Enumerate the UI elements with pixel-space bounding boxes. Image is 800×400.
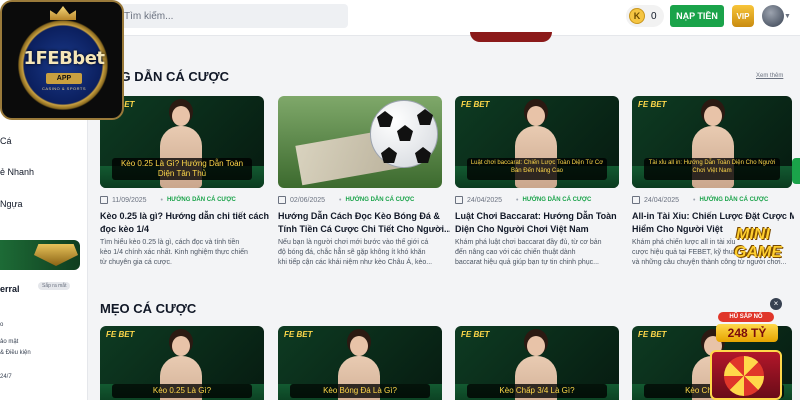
sidebar-promo-card[interactable] xyxy=(0,240,80,270)
crown-icon xyxy=(50,6,76,20)
brand-mark: FE BET xyxy=(461,330,490,339)
logo-app-badge: APP xyxy=(46,73,82,84)
article-excerpt: Tìm hiểu kèo 0.25 là gì, cách đọc và tín… xyxy=(100,239,248,266)
article-thumbnail[interactable]: FE BET Kèo 0.25 Là Gì? Hướng Dẫn Toàn Di… xyxy=(100,96,264,188)
mini-game-label: MINI xyxy=(736,226,770,243)
article-thumbnail[interactable]: FE BET Kèo 0.25 Là Gì? xyxy=(100,326,264,400)
article-thumbnail[interactable]: FE BET Luật chơi baccarat: Chiến Lược To… xyxy=(455,96,619,188)
thumbnail-caption: Kèo 0.25 Là Gì? Hướng Dẫn Toàn Diện Tân … xyxy=(112,158,252,180)
brand-mark: FE BET xyxy=(461,100,490,109)
jackpot-widget[interactable]: HŨ SẮP NỔ 248 TỶ xyxy=(706,310,786,400)
article-category[interactable]: HƯỚNG DẪN CÁ CƯỢC xyxy=(346,197,415,203)
article-date: 11/09/2025 xyxy=(112,196,147,204)
brand-mark: FE BET xyxy=(638,100,667,109)
side-drawer-tab[interactable] xyxy=(792,158,800,184)
article-category[interactable]: HƯỚNG DẪN CÁ CƯỢC xyxy=(523,197,592,203)
article-title[interactable]: Kèo 0.25 là gì? Hướng dẫn chi tiết cách … xyxy=(100,210,272,236)
shield-emblem-icon xyxy=(34,244,78,266)
mini-game-launcher[interactable]: MINI GAME xyxy=(730,226,790,266)
article-category[interactable]: HƯỚNG DẪN CÁ CƯỢC xyxy=(700,197,769,203)
site-logo[interactable]: 1FEBbet APP CASINO & SPORTS xyxy=(0,0,124,120)
sidebar-item-sports[interactable]: Cá xyxy=(0,136,12,146)
logo-tagline: CASINO & SPORTS xyxy=(41,86,87,91)
coming-soon-badge: Sắp ra mắt xyxy=(38,282,71,290)
banner-edge xyxy=(470,32,552,42)
see-more-link[interactable]: Xem thêm xyxy=(756,73,783,79)
jackpot-label: HŨ SẮP NỔ xyxy=(718,312,774,322)
article-thumbnail[interactable]: FE BET Kèo Chấp 3/4 Là Gì? xyxy=(455,326,619,400)
user-avatar[interactable] xyxy=(762,5,784,27)
sidebar-item-referral[interactable]: erral xyxy=(0,284,20,294)
article-date: 24/04/2025 xyxy=(644,196,680,204)
calendar-icon xyxy=(278,196,286,204)
article-thumbnail[interactable]: FE BET Tài xỉu all in: Hướng Dẫn Toàn Di… xyxy=(632,96,792,188)
prize-wheel-icon xyxy=(724,356,764,396)
vip-button[interactable]: VIP xyxy=(732,5,754,27)
sidebar-link-privacy[interactable]: ảo mật xyxy=(0,339,18,345)
article-meta: 24/04/2025 • HƯỚNG DẪN CÁ CƯỢC xyxy=(632,194,796,206)
brand-mark: FE BET xyxy=(638,330,667,339)
coin-balance-value: 0 xyxy=(651,10,657,22)
article-meta: 24/04/2025 • HƯỚNG DẪN CÁ CƯỢC xyxy=(455,194,619,206)
sidebar-link-info[interactable]: o xyxy=(0,322,3,328)
close-icon[interactable]: × xyxy=(770,298,782,310)
search-input[interactable] xyxy=(124,10,348,22)
article-date: 02/06/2025 xyxy=(290,196,326,204)
article-category[interactable]: HƯỚNG DẪN CÁ CƯỢC xyxy=(167,197,236,203)
sidebar-link-support[interactable]: 24/7 xyxy=(0,374,12,380)
thumbnail-caption: Kèo Bóng Đá Là Gì? xyxy=(290,384,430,398)
chevron-down-icon[interactable]: ▼ xyxy=(784,13,791,20)
thumbnail-caption: Kèo 0.25 Là Gì? xyxy=(112,384,252,398)
mini-game-label: GAME xyxy=(734,244,782,261)
calendar-icon xyxy=(455,196,463,204)
brand-mark: FE BET xyxy=(106,330,135,339)
sidebar-item-horse-racing[interactable]: Ngựa xyxy=(0,199,23,209)
deposit-button[interactable]: NẠP TIỀN xyxy=(670,5,724,27)
thumbnail-caption: Luật chơi baccarat: Chiến Lược Toàn Diện… xyxy=(467,158,607,180)
calendar-icon xyxy=(632,196,640,204)
article-date: 24/04/2025 xyxy=(467,196,503,204)
article-title[interactable]: Luật Chơi Baccarat: Hướng Dẫn Toàn Diện … xyxy=(455,210,627,236)
brand-mark: FE BET xyxy=(284,330,313,339)
coin-icon: K xyxy=(629,8,645,24)
calendar-icon xyxy=(100,196,108,204)
article-excerpt: Nếu bạn là người chơi mới bước vào thế g… xyxy=(278,239,433,266)
soccer-ball-icon xyxy=(370,100,438,168)
section-title-betting-tips: MẸO CÁ CƯỢC xyxy=(100,301,197,316)
article-meta: 02/06/2025 • HƯỚNG DẪN CÁ CƯỢC xyxy=(278,194,442,206)
sidebar-item-quick-lottery[interactable]: ẻ Nhanh xyxy=(0,167,34,177)
article-meta: 11/09/2025 • HƯỚNG DẪN CÁ CƯỢC xyxy=(100,194,264,206)
jackpot-amount: 248 TỶ xyxy=(716,324,778,342)
article-thumbnail[interactable]: FE BET Kèo Bóng Đá Là Gì? xyxy=(278,326,442,400)
thumbnail-caption: Kèo Chấp 3/4 Là Gì? xyxy=(467,384,607,398)
search-box[interactable] xyxy=(112,4,348,28)
coin-balance[interactable]: K 0 xyxy=(626,5,664,27)
thumbnail-caption: Tài xỉu all in: Hướng Dẫn Toàn Diện Cho … xyxy=(644,158,780,180)
article-excerpt: Khám phá luật chơi baccarat đầy đủ, từ c… xyxy=(455,239,602,266)
article-title[interactable]: Hướng Dẫn Cách Đọc Kèo Bóng Đá & Tính Ti… xyxy=(278,210,450,236)
article-thumbnail[interactable] xyxy=(278,96,442,188)
sidebar-link-terms[interactable]: & Điều kiện xyxy=(0,350,31,356)
logo-text: 1FEBbet xyxy=(23,48,105,69)
